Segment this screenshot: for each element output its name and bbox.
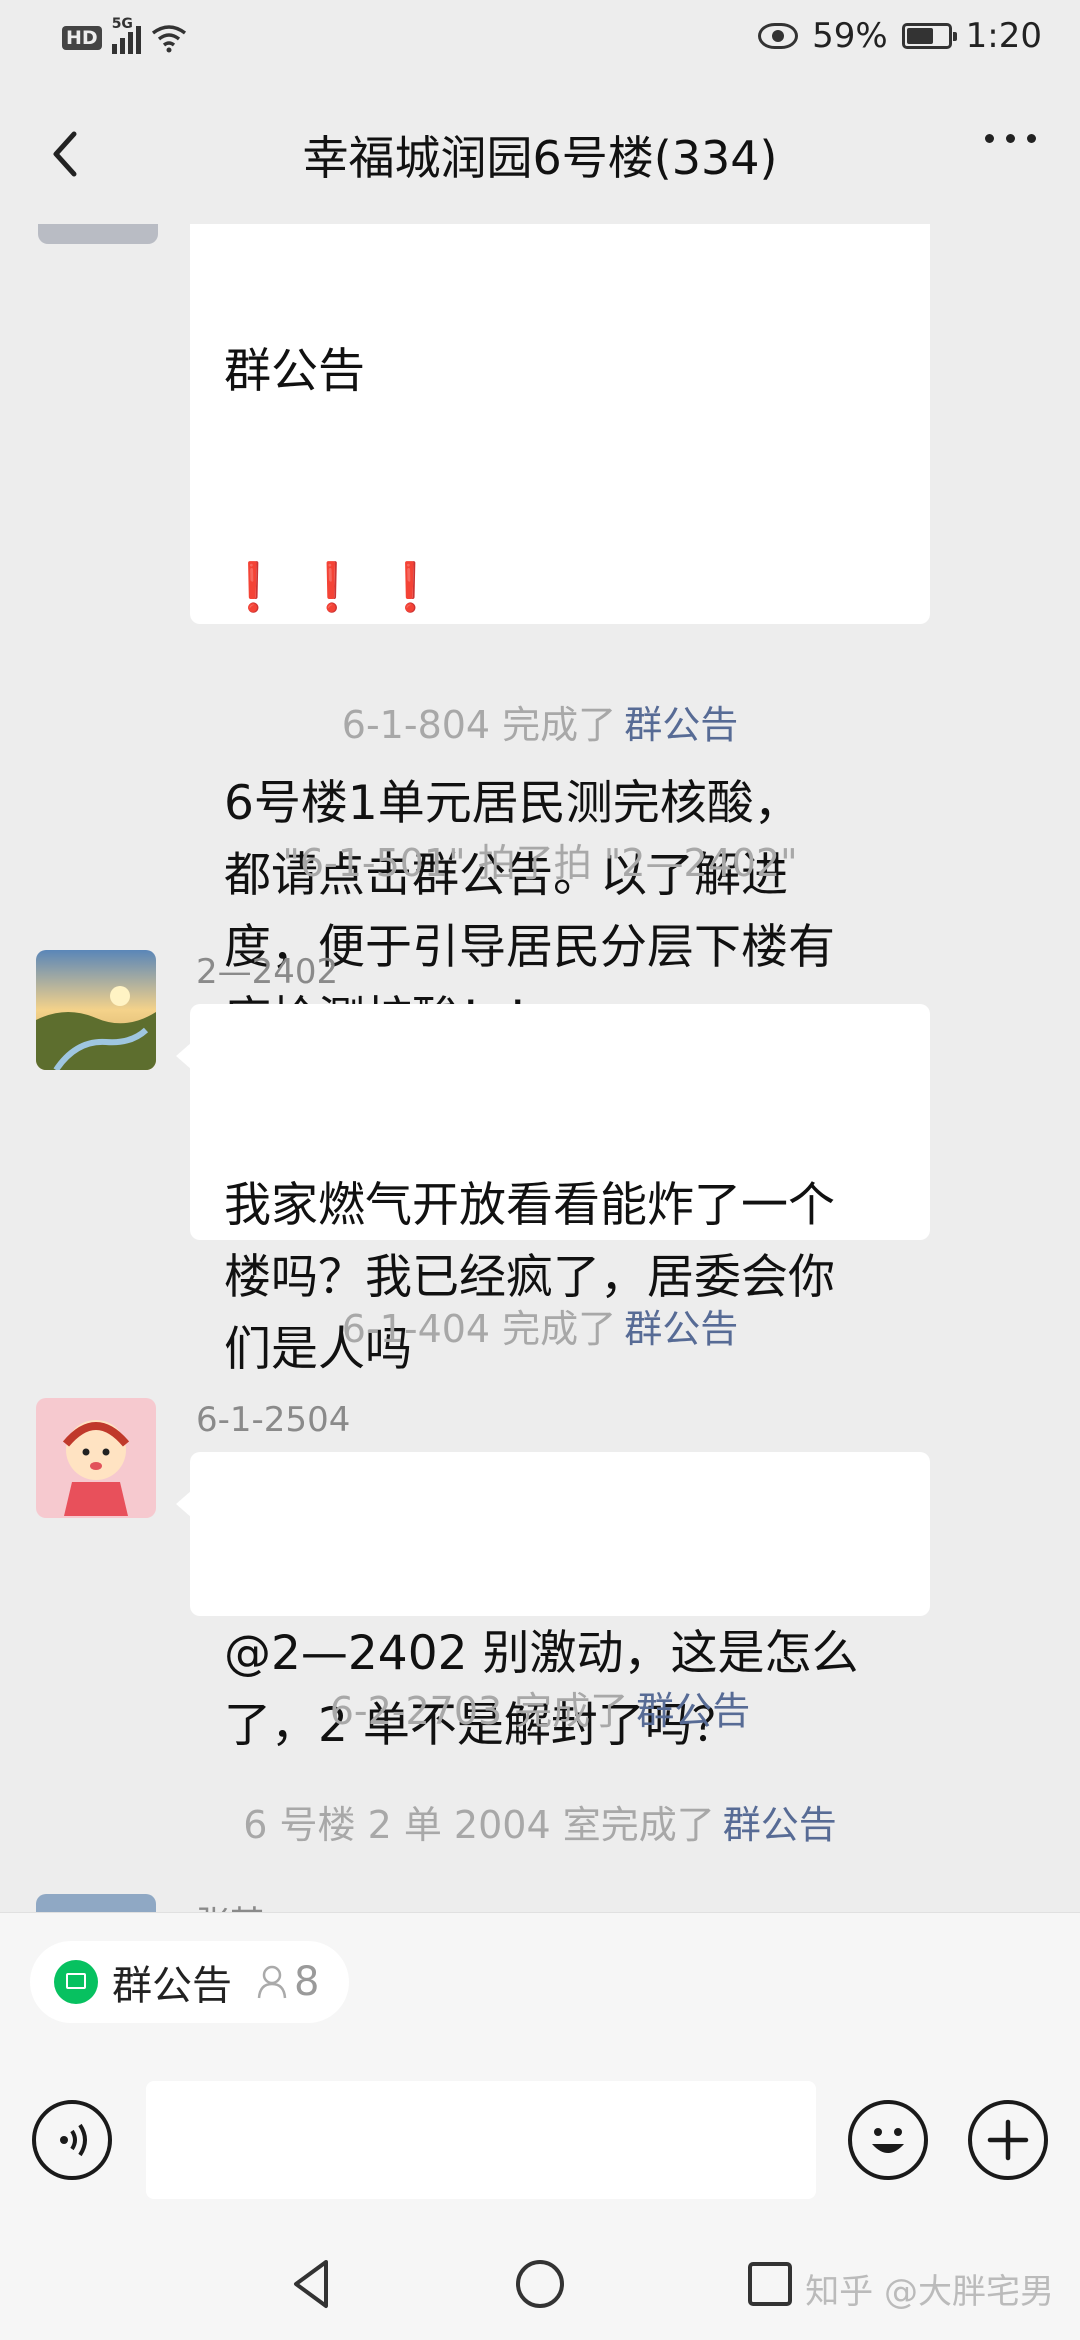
system-nav-bar: 知乎 @大胖宅男 bbox=[0, 2228, 1080, 2340]
message-input[interactable] bbox=[146, 2081, 816, 2199]
message-list[interactable]: 群公告 ❗❗❗ 6号楼1单元居民测完核酸， 都请点击群公告。以了解进 度，便于引… bbox=[0, 224, 1080, 1912]
notice-header-text: 群公告 bbox=[224, 344, 365, 399]
chat-header: 幸福城润园6号楼(334) bbox=[0, 84, 1080, 224]
avatar[interactable] bbox=[38, 224, 158, 244]
message-bubble[interactable]: @2—2402 别激动，这是怎么 了，2 单不是解封了吗？ bbox=[176, 1452, 930, 1753]
message-bubble[interactable]: 群公告 ❗❗❗ 6号楼1单元居民测完核酸， 都请点击群公告。以了解进 度，便于引… bbox=[190, 224, 930, 1047]
more-icon[interactable] bbox=[985, 134, 1036, 143]
sender-name: 2—2402 bbox=[196, 952, 339, 992]
notice-link[interactable]: 群公告 bbox=[624, 703, 738, 747]
status-bar: HD 5G 59% 1:20 bbox=[0, 0, 1080, 84]
battery-percent: 59% bbox=[812, 16, 888, 56]
avatar-cartoon-girl[interactable] bbox=[36, 1398, 156, 1518]
avatar[interactable] bbox=[36, 1894, 156, 1912]
exclamation-marks: ❗❗❗ bbox=[224, 560, 460, 615]
notice-link[interactable]: 群公告 bbox=[723, 1803, 837, 1847]
notice-icon bbox=[54, 1960, 98, 2004]
chip-label: 群公告 bbox=[112, 1963, 232, 2009]
watermark: 知乎 @大胖宅男 bbox=[805, 2272, 1054, 2312]
person-icon bbox=[257, 1965, 287, 1999]
group-notice-chip[interactable]: 群公告 8 bbox=[30, 1941, 350, 2023]
signal-icon: 5G bbox=[111, 16, 141, 54]
nav-recent-icon[interactable] bbox=[740, 2254, 800, 2314]
plus-icon[interactable] bbox=[968, 2100, 1048, 2180]
sender-name: 6-1-2504 bbox=[196, 1400, 351, 1440]
system-message: 6-2-2703 完成了 群公告 bbox=[329, 1689, 751, 1733]
system-message: 6-1-804 完成了 群公告 bbox=[341, 703, 739, 747]
notice-link[interactable]: 群公告 bbox=[636, 1689, 750, 1733]
eye-comfort-icon bbox=[758, 23, 799, 49]
message-bubble[interactable]: 我家燃气开放看看能炸了一个 楼吗？我已经疯了，居委会你 们是人吗 bbox=[176, 1004, 930, 1377]
sender-name: 张某 bbox=[196, 1896, 264, 1912]
system-message: 6 号楼 2 单 2004 室完成了 群公告 bbox=[243, 1803, 837, 1847]
input-panel: 群公告 8 bbox=[0, 1912, 1080, 2229]
emoji-icon[interactable] bbox=[848, 2100, 928, 2180]
message-text: 我家燃气开放看看能炸了一个 楼吗？我已经疯了，居委会你 们是人吗 bbox=[224, 1178, 835, 1377]
hd-badge: HD bbox=[62, 26, 102, 50]
read-count: 8 bbox=[256, 1959, 319, 2005]
avatar-landscape[interactable] bbox=[36, 950, 156, 1070]
nav-home-icon[interactable] bbox=[510, 2254, 570, 2314]
wifi-icon bbox=[151, 25, 186, 53]
notice-link[interactable]: 群公告 bbox=[624, 1307, 738, 1351]
chat-title: 幸福城润园6号楼(334) bbox=[302, 131, 778, 185]
battery-icon bbox=[901, 23, 957, 49]
system-message: 6-1-404 完成了 群公告 bbox=[341, 1307, 739, 1351]
voice-icon[interactable] bbox=[32, 2100, 112, 2180]
pat-notice: "6-1-501" 拍了拍 "2—2402" bbox=[282, 841, 798, 885]
clock: 1:20 bbox=[965, 16, 1042, 56]
nav-back-icon[interactable] bbox=[282, 2254, 342, 2314]
